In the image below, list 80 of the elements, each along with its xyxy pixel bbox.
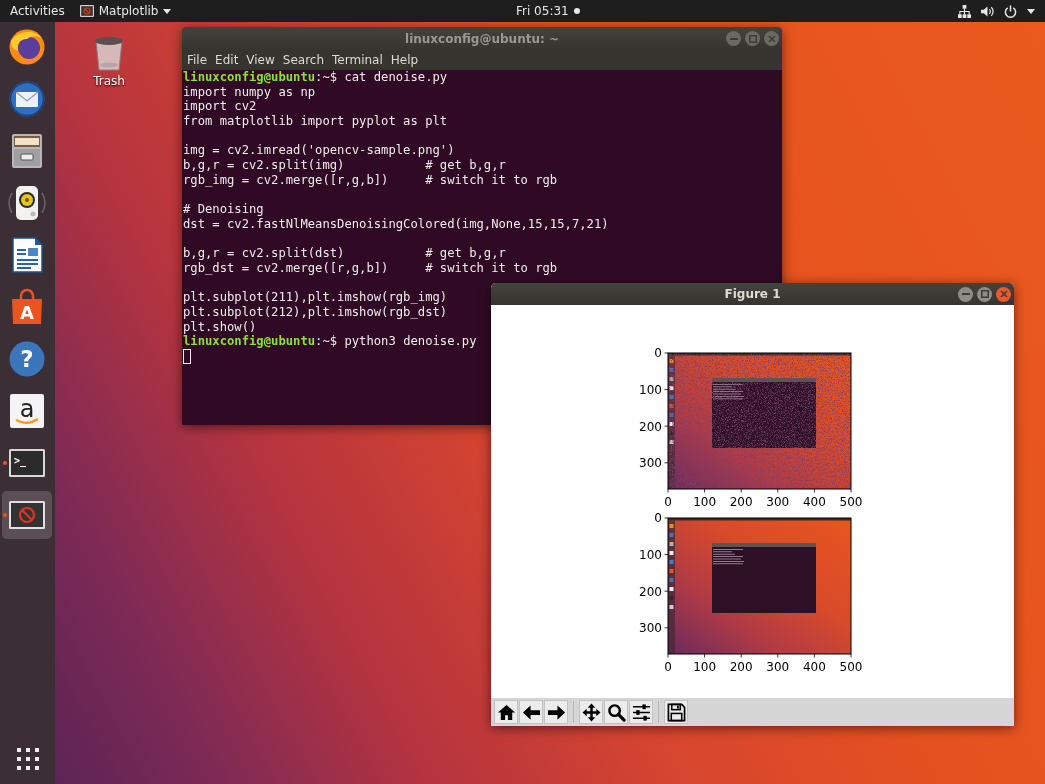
- menu-item[interactable]: Help: [386, 50, 423, 70]
- terminal-line: plt.subplot(211),plt.imshow(rgb_img): [183, 290, 448, 305]
- clock-button[interactable]: Fri 05:31: [514, 1, 582, 21]
- pan-button[interactable]: [579, 700, 603, 724]
- trash-shortcut[interactable]: Trash: [84, 35, 134, 88]
- left-arrow-icon: [521, 702, 541, 722]
- axis-tick-label: 200: [639, 419, 662, 434]
- axis-tick-label: 0: [664, 495, 672, 509]
- axis-tick-label: 500: [839, 495, 863, 509]
- forward-button[interactable]: [544, 700, 568, 724]
- minimize-icon: [961, 290, 970, 298]
- axis-tick-label: 500: [839, 660, 863, 674]
- figure-window-launcher[interactable]: [2, 491, 52, 539]
- menu-item[interactable]: Terminal: [328, 50, 387, 70]
- axis-tick-label: 0: [664, 660, 672, 674]
- axis-tick-label: 300: [639, 621, 662, 636]
- globe-icon: [7, 27, 47, 67]
- terminal-line: import cv2: [183, 99, 257, 115]
- axis-tick-label: 100: [693, 495, 717, 509]
- grid-icon: [16, 748, 39, 770]
- menu-item[interactable]: Search: [278, 50, 329, 70]
- menu-item[interactable]: Edit: [211, 50, 243, 70]
- minimize-button[interactable]: [958, 286, 973, 302]
- menu-item[interactable]: File: [183, 50, 212, 70]
- right-arrow-icon: [546, 702, 566, 722]
- magnifier-icon: [606, 702, 626, 722]
- maximize-icon: [748, 34, 757, 43]
- terminal-line: dst = cv2.fastNlMeansDenoisingColored(img,None,15,15,7,21): [183, 216, 609, 232]
- axis-tick-label: 300: [766, 495, 790, 509]
- move-arrows-icon: [581, 702, 601, 722]
- save-button[interactable]: [664, 700, 688, 724]
- terminal-line: linuxconfig@ubuntu:~$ python3 denoise.py: [183, 334, 477, 350]
- terminal-line: plt.subplot(212),plt.imshow(rgb_dst): [183, 305, 448, 320]
- axis-tick-label: 100: [693, 660, 717, 674]
- terminal-line: b,g,r = cv2.split(img) # get b,g,r: [183, 158, 506, 173]
- screen-prohibited-icon: [79, 5, 94, 17]
- network-icon: [958, 4, 971, 18]
- axis-tick-label: 100: [639, 382, 662, 397]
- window-title: linuxconfig@ubuntu: ~: [405, 31, 559, 46]
- maximize-icon: [980, 290, 989, 298]
- terminal-line: rgb_img = cv2.merge([r,g,b]) # switch it to rgb: [183, 172, 558, 188]
- configure-button[interactable]: [629, 700, 653, 724]
- power-icon: [1004, 4, 1017, 18]
- terminal-line: rgb_dst = cv2.merge([r,g,b]) # switch it to rgb: [183, 260, 558, 276]
- terminal-line: img = cv2.imread('opencv-sample.png'): [183, 143, 455, 159]
- envelope-icon: [7, 79, 47, 119]
- axis-tick-label: 200: [639, 584, 662, 599]
- axis-tick-label: 400: [802, 660, 826, 674]
- axis-tick-label: 0: [654, 346, 662, 361]
- back-button[interactable]: [519, 700, 543, 724]
- axis-tick-label: 300: [639, 456, 662, 471]
- terminal-line: from matplotlib import pyplot as plt: [183, 114, 448, 129]
- terminal-line: plt.show(): [183, 319, 257, 335]
- window-title: Figure 1: [724, 287, 781, 301]
- speaker-icon: [7, 183, 47, 223]
- terminal-line: # Denoising: [183, 202, 264, 217]
- menu-item[interactable]: View: [242, 50, 279, 70]
- axis-tick-label: 200: [729, 660, 753, 674]
- caret-icon: [1027, 8, 1035, 14]
- terminal-line: linuxconfig@ubuntu:~$ cat denoise.py: [183, 70, 448, 85]
- axis-tick-label: 300: [766, 660, 790, 674]
- caret-icon: [163, 8, 172, 14]
- close-icon: [999, 290, 1008, 298]
- terminal-line: import numpy as np: [183, 84, 316, 100]
- axis-tick-label: 400: [802, 495, 826, 509]
- home-icon: [496, 702, 516, 722]
- volume-icon: [981, 4, 994, 18]
- trash-can-icon: [93, 35, 125, 71]
- terminal-line: b,g,r = cv2.split(dst) # get b,g,r: [183, 246, 506, 261]
- close-icon: [767, 34, 776, 43]
- zoom-button[interactable]: [604, 700, 628, 724]
- activities-button[interactable]: Activities: [8, 1, 67, 21]
- close-button[interactable]: [996, 286, 1011, 302]
- axis-tick-label: 100: [639, 547, 662, 562]
- sliders-icon: [631, 702, 651, 722]
- axis-tick-label: 200: [729, 495, 753, 509]
- app-menu-button[interactable]: Matplotlib: [77, 1, 174, 21]
- axis-tick-label: 0: [654, 511, 662, 526]
- home-button[interactable]: [494, 700, 518, 724]
- maximize-button[interactable]: [977, 286, 992, 302]
